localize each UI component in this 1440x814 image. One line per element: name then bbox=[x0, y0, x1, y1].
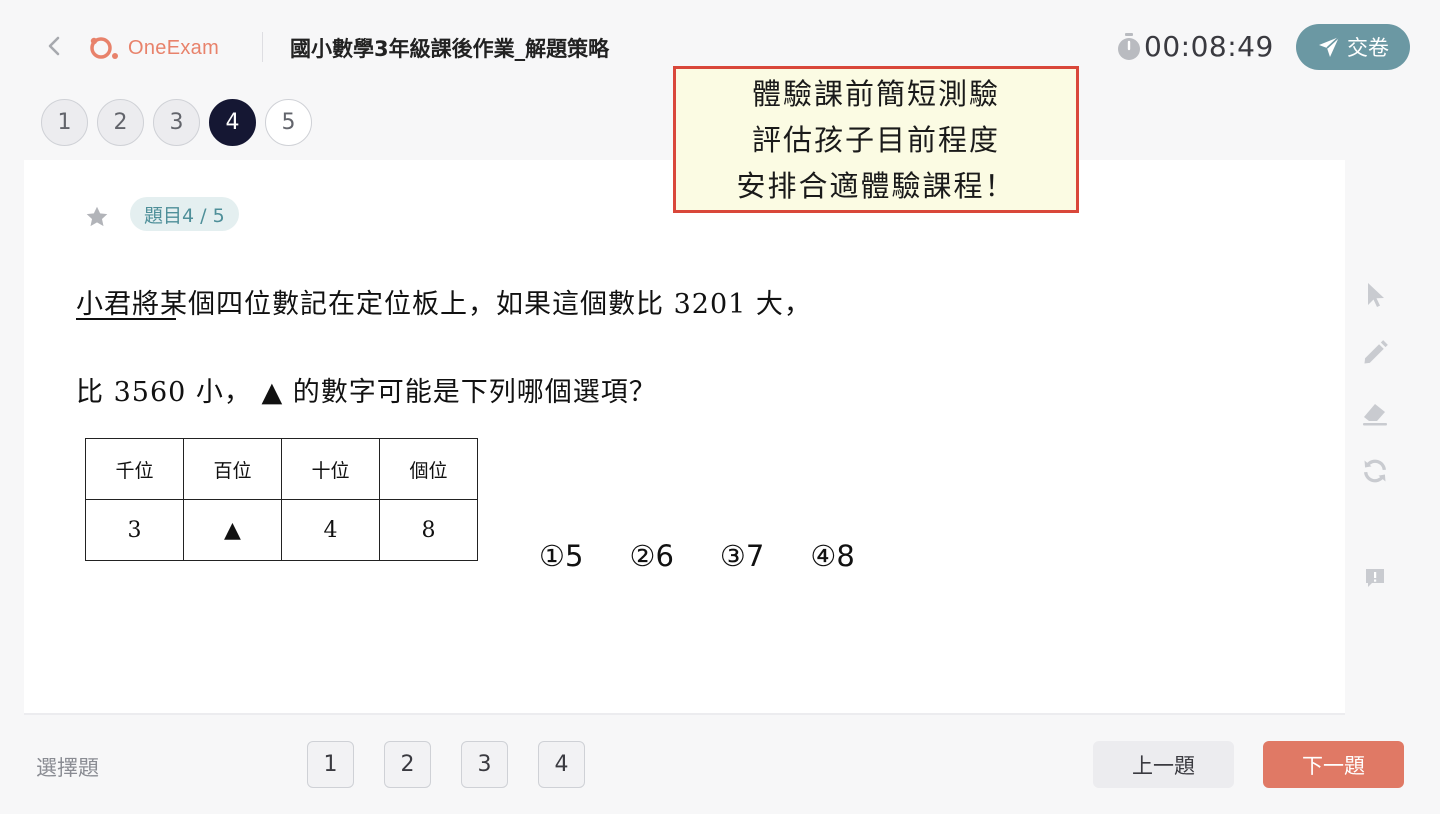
table-header-cell: 百位 bbox=[183, 438, 282, 500]
table-header-cell: 十位 bbox=[281, 438, 380, 500]
submit-label: 交卷 bbox=[1347, 36, 1389, 60]
question-badge: 題目4 / 5 bbox=[130, 197, 239, 231]
cursor-tool[interactable] bbox=[1360, 280, 1390, 310]
header-divider bbox=[262, 32, 263, 62]
answer-option[interactable]: ②6 bbox=[629, 539, 673, 573]
question-nav-item[interactable]: 1 bbox=[41, 99, 88, 146]
logo-text: OneExam bbox=[128, 36, 220, 59]
logo-mark-icon bbox=[90, 37, 118, 59]
question-type-label: 選擇題 bbox=[36, 756, 99, 780]
exam-page: OneExam 國小數學3年級課後作業_解題策略 00:08:49 交卷 1 2… bbox=[0, 0, 1440, 814]
oneexam-logo: OneExam bbox=[88, 34, 219, 62]
table-cell: 4 bbox=[281, 499, 380, 561]
table-cell: 3 bbox=[85, 499, 184, 561]
answer-option[interactable]: ③7 bbox=[720, 539, 764, 573]
answer-buttons: 1 2 3 4 bbox=[307, 741, 585, 788]
paper-plane-icon bbox=[1319, 36, 1340, 57]
report-icon bbox=[1366, 569, 1384, 587]
annotation-box: 體驗課前簡短測驗 評估孩子目前程度 安排合適體驗課程！ bbox=[673, 66, 1079, 213]
answer-button[interactable]: 4 bbox=[538, 741, 585, 788]
table-cell: ▲ bbox=[183, 499, 282, 561]
timer-text: 00:08:49 bbox=[1144, 30, 1274, 63]
exam-title: 國小數學3年級課後作業_解題策略 bbox=[290, 37, 610, 61]
question-text-line: 小君將某個四位數記在定位板上，如果這個數比 3201 大， bbox=[76, 289, 812, 320]
cursor-icon bbox=[1368, 283, 1384, 307]
stopwatch-icon bbox=[1118, 32, 1140, 60]
pencil-icon bbox=[1364, 340, 1388, 364]
eraser-icon bbox=[1363, 404, 1387, 426]
next-question-button[interactable]: 下一題 bbox=[1263, 741, 1404, 788]
question-nav-item[interactable]: 5 bbox=[265, 99, 312, 146]
answer-option[interactable]: ④8 bbox=[810, 539, 854, 573]
eraser-tool[interactable] bbox=[1360, 398, 1390, 428]
question-nav: 1 2 3 4 5 bbox=[41, 99, 312, 146]
table-header-cell: 千位 bbox=[85, 438, 184, 500]
table-cell: 8 bbox=[379, 499, 478, 561]
question-nav-item[interactable]: 2 bbox=[97, 99, 144, 146]
submit-button[interactable]: 交卷 bbox=[1296, 24, 1410, 70]
back-button[interactable] bbox=[40, 32, 68, 60]
bookmark-star-button[interactable] bbox=[84, 204, 110, 234]
answer-button[interactable]: 2 bbox=[384, 741, 431, 788]
name-underline bbox=[76, 318, 176, 320]
question-text-line: 比 3560 小， ▲ 的數字可能是下列哪個選項？ bbox=[76, 377, 657, 408]
place-value-table: 千位 百位 十位 個位 3 ▲ 4 8 bbox=[85, 438, 478, 561]
answer-button[interactable]: 1 bbox=[307, 741, 354, 788]
answer-button[interactable]: 3 bbox=[461, 741, 508, 788]
timer: 00:08:49 bbox=[1116, 30, 1274, 63]
report-button[interactable] bbox=[1360, 563, 1390, 593]
star-icon bbox=[86, 206, 108, 227]
question-card: 題目4 / 5 小君將某個四位數記在定位板上，如果這個數比 3201 大， 比 … bbox=[24, 160, 1345, 713]
refresh-tool[interactable] bbox=[1360, 456, 1390, 486]
question-nav-item-active[interactable]: 4 bbox=[209, 99, 256, 146]
annotation-line: 安排合適體驗課程！ bbox=[736, 168, 1016, 203]
annotation-line: 體驗課前簡短測驗 bbox=[751, 76, 1000, 111]
chevron-left-icon bbox=[48, 36, 60, 56]
footer-divider bbox=[24, 713, 1345, 715]
pencil-tool[interactable] bbox=[1360, 338, 1390, 368]
table-header-cell: 個位 bbox=[379, 438, 478, 500]
refresh-icon bbox=[1364, 459, 1386, 483]
answer-option[interactable]: ①5 bbox=[539, 539, 583, 573]
annotation-line: 評估孩子目前程度 bbox=[751, 122, 1000, 157]
question-nav-item[interactable]: 3 bbox=[153, 99, 200, 146]
prev-question-button[interactable]: 上一題 bbox=[1093, 741, 1234, 788]
answer-options: ①5 ②6 ③7 ④8 bbox=[539, 539, 855, 573]
